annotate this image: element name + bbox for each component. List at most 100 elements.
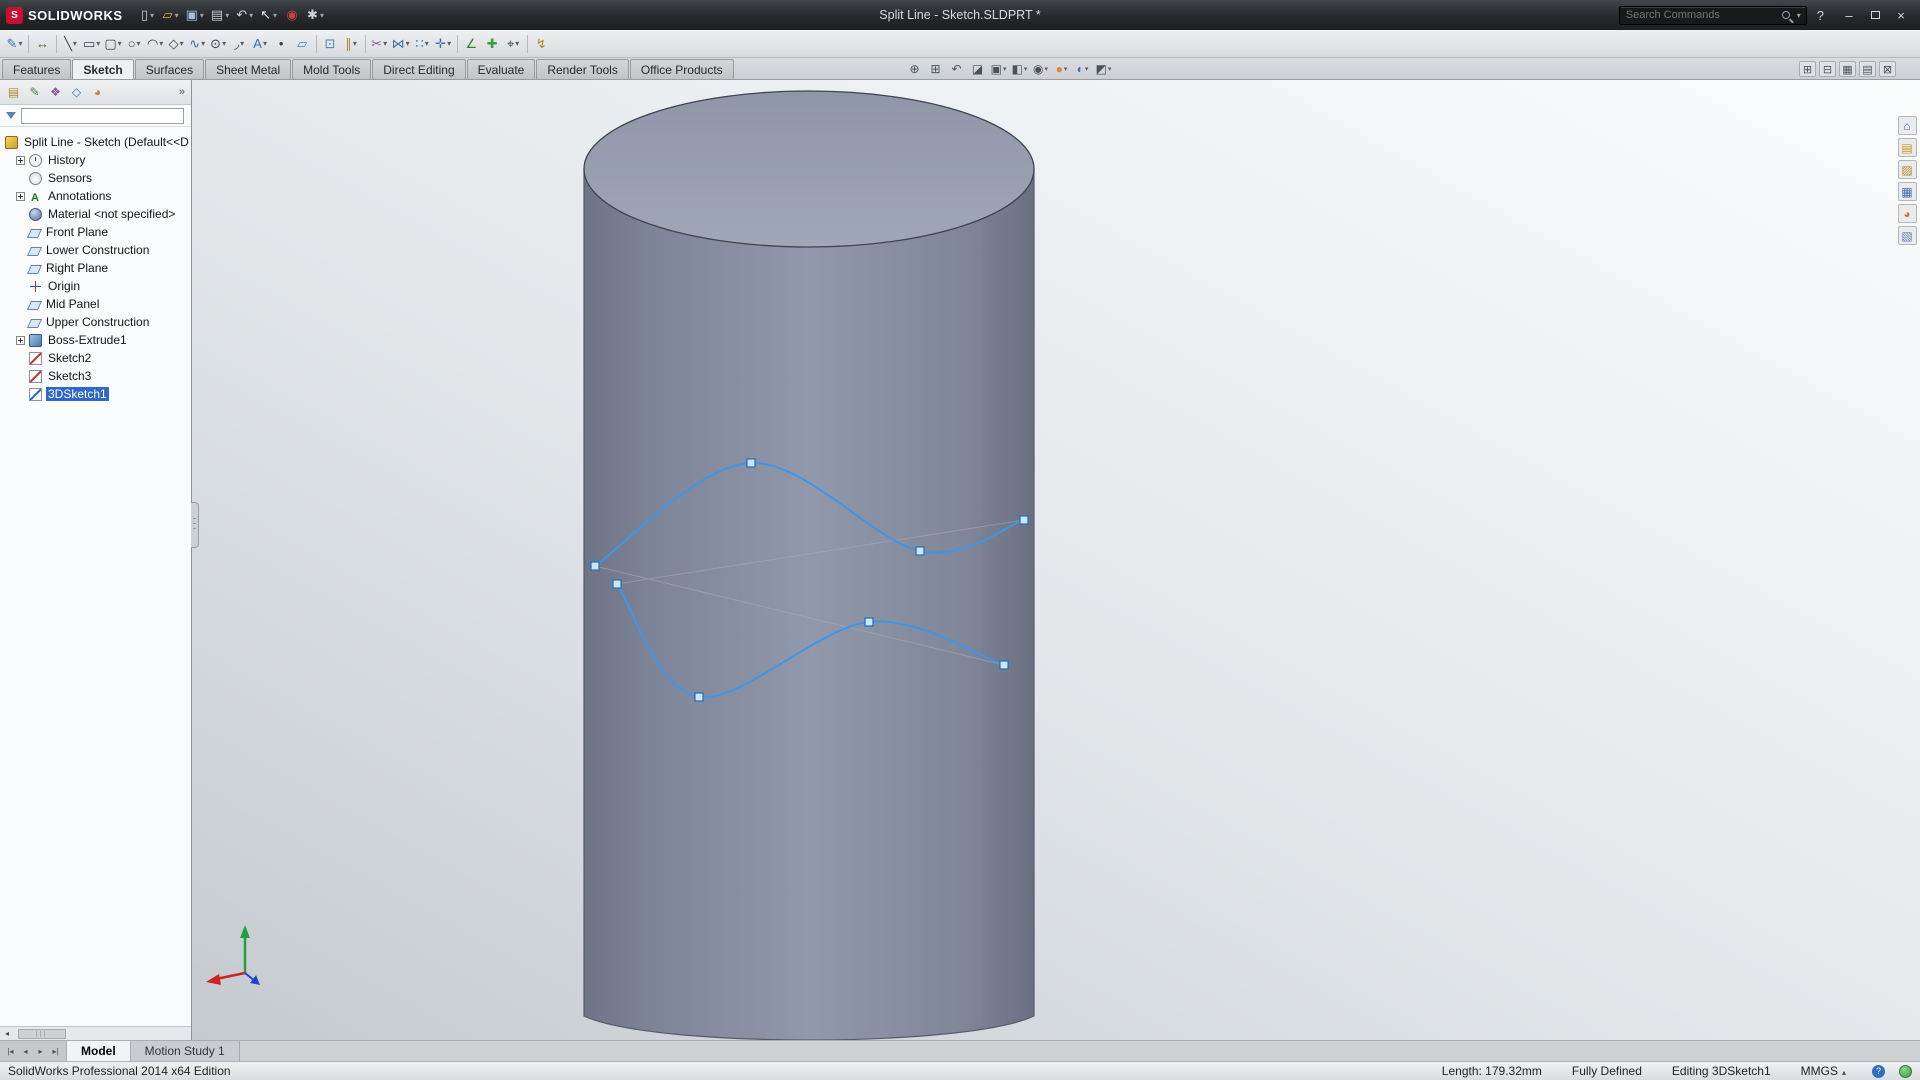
tab-nav-icon[interactable]: ▸| xyxy=(49,1047,62,1056)
scroll-left-icon[interactable]: ◂ xyxy=(0,1029,14,1038)
circle-icon[interactable]: ○ xyxy=(124,33,145,55)
split-pane-icon[interactable]: ⊞ xyxy=(1799,61,1816,77)
tree-item-3dsketch1[interactable]: 3DSketch1 xyxy=(0,385,191,403)
edit-appearance-icon[interactable]: ● xyxy=(1052,60,1071,78)
spline-control-point[interactable] xyxy=(865,618,873,626)
tree-item-sensors[interactable]: Sensors xyxy=(0,169,191,187)
open-folder-icon[interactable]: ▱ xyxy=(160,5,182,25)
hide-show-items-icon[interactable]: ◉ xyxy=(1031,60,1050,78)
save-icon[interactable]: ▣ xyxy=(183,5,207,25)
previous-view-icon[interactable]: ↶ xyxy=(947,60,966,78)
spline-control-point[interactable] xyxy=(1000,661,1008,669)
tab-office-products[interactable]: Office Products xyxy=(630,59,734,79)
search-commands-box[interactable]: ▾ xyxy=(1619,6,1807,25)
status-help-icon[interactable]: ? xyxy=(1872,1065,1885,1078)
close-button[interactable]: × xyxy=(1888,6,1914,25)
tree-item-origin[interactable]: Origin xyxy=(0,277,191,295)
spline-control-point[interactable] xyxy=(695,693,703,701)
view-orientation-icon[interactable]: ▣ xyxy=(989,60,1008,78)
smart-dimension-icon[interactable]: ↔ xyxy=(32,33,53,55)
tree-item-upper-construction[interactable]: Upper Construction xyxy=(0,313,191,331)
tab-features[interactable]: Features xyxy=(2,59,71,79)
appearances-icon[interactable]: ◕ xyxy=(1898,204,1917,223)
plane-icon[interactable]: ▱ xyxy=(292,33,313,55)
cylinder-body[interactable] xyxy=(584,169,1034,1040)
select-icon[interactable]: ↖ xyxy=(257,5,280,25)
tab-sheet-metal[interactable]: Sheet Metal xyxy=(205,59,291,79)
search-icon[interactable] xyxy=(1782,11,1790,19)
tab-surfaces[interactable]: Surfaces xyxy=(135,59,204,79)
sketch-icon[interactable]: ✎ xyxy=(4,33,25,55)
ellipse-icon[interactable]: ⊙ xyxy=(208,33,229,55)
spline-control-point[interactable] xyxy=(613,580,621,588)
panel-horizontal-scrollbar[interactable]: ◂ xyxy=(0,1026,191,1040)
tree-item-mid-panel[interactable]: Mid Panel xyxy=(0,295,191,313)
tab-direct-editing[interactable]: Direct Editing xyxy=(372,59,465,79)
quick-snaps-icon[interactable]: ⌖ xyxy=(503,33,524,55)
new-document-icon[interactable]: ▯ xyxy=(137,5,159,25)
custom-properties-icon[interactable]: ▧ xyxy=(1898,226,1917,245)
zoom-area-icon[interactable]: ⊞ xyxy=(926,60,945,78)
configurationmanager-icon[interactable]: ❖ xyxy=(45,83,66,101)
expand-toggle-icon[interactable] xyxy=(16,192,25,201)
tree-item-sketch2[interactable]: Sketch2 xyxy=(0,349,191,367)
maximize-button[interactable] xyxy=(1862,6,1888,25)
tree-item-annotations[interactable]: Annotations xyxy=(0,187,191,205)
tree-item-lower-construction[interactable]: Lower Construction xyxy=(0,241,191,259)
spline-control-point[interactable] xyxy=(916,547,924,555)
two-pane-icon[interactable]: ⊟ xyxy=(1819,61,1836,77)
tree-item-material-not-specified[interactable]: Material <not specified> xyxy=(0,205,191,223)
mirror-entities-icon[interactable]: ⋈ xyxy=(390,33,412,55)
offset-entities-icon[interactable]: ∥ xyxy=(341,33,362,55)
spline-control-point[interactable] xyxy=(591,562,599,570)
help-button[interactable]: ? xyxy=(1817,8,1824,23)
search-caret-icon[interactable]: ▾ xyxy=(1797,11,1801,20)
fm-overflow-chevron[interactable]: » xyxy=(179,86,188,98)
model-canvas[interactable] xyxy=(192,80,1920,1040)
repair-sketch-icon[interactable]: ✚ xyxy=(482,33,503,55)
rapid-sketch-icon[interactable]: ↯ xyxy=(531,33,552,55)
doc-tab-motion-study-1[interactable]: Motion Study 1 xyxy=(131,1041,240,1061)
tree-item-right-plane[interactable]: Right Plane xyxy=(0,259,191,277)
rectangle-icon[interactable]: ▭ xyxy=(81,33,102,55)
slot-icon[interactable]: ▢ xyxy=(102,33,123,55)
tree-filter-input[interactable] xyxy=(21,108,184,124)
rebuild-icon[interactable]: ◉ xyxy=(281,5,303,25)
fillet-icon[interactable]: ◞ xyxy=(229,33,250,55)
tab-evaluate[interactable]: Evaluate xyxy=(467,59,536,79)
tree-item-root[interactable]: Split Line - Sketch (Default<<D xyxy=(0,133,191,151)
file-explorer-icon[interactable]: ▨ xyxy=(1898,160,1917,179)
section-view-icon[interactable]: ◪ xyxy=(968,60,987,78)
spline-icon[interactable]: ∿ xyxy=(187,33,208,55)
displaymanager-icon[interactable]: ◕ xyxy=(87,83,108,101)
graphics-viewport[interactable]: ⌂ ▤ ▨ ▦ ◕ ▧ xyxy=(192,80,1920,1040)
search-input[interactable] xyxy=(1620,9,1782,21)
propertymanager-icon[interactable]: ✎ xyxy=(24,83,45,101)
zoom-fit-icon[interactable]: ⊕ xyxy=(905,60,924,78)
trim-entities-icon[interactable]: ✂ xyxy=(369,33,390,55)
expand-toggle-icon[interactable] xyxy=(16,156,25,165)
arc-icon[interactable]: ◠ xyxy=(145,33,166,55)
units-selector[interactable]: MMGS xyxy=(1801,1064,1846,1078)
move-entities-icon[interactable]: ✛ xyxy=(433,33,454,55)
tree-item-sketch3[interactable]: Sketch3 xyxy=(0,367,191,385)
tree-item-front-plane[interactable]: Front Plane xyxy=(0,223,191,241)
polygon-icon[interactable]: ◇ xyxy=(166,33,187,55)
convert-entities-icon[interactable]: ⊡ xyxy=(320,33,341,55)
single-pane-icon[interactable]: ▤ xyxy=(1859,61,1876,77)
linear-pattern-icon[interactable]: ∷ xyxy=(412,33,433,55)
options-icon[interactable]: ✱ xyxy=(304,5,327,25)
four-pane-icon[interactable]: ▦ xyxy=(1839,61,1856,77)
scrollbar-thumb[interactable] xyxy=(18,1029,66,1039)
minimize-button[interactable]: – xyxy=(1836,6,1862,25)
design-library-icon[interactable]: ▤ xyxy=(1898,138,1917,157)
line-icon[interactable]: ╲ xyxy=(60,33,81,55)
print-icon[interactable]: ▤ xyxy=(208,5,232,25)
expand-toggle-icon[interactable] xyxy=(16,336,25,345)
tab-mold-tools[interactable]: Mold Tools xyxy=(292,59,371,79)
resources-icon[interactable]: ⌂ xyxy=(1898,116,1917,135)
spline-control-point[interactable] xyxy=(1020,516,1028,524)
tab-nav-icon[interactable]: |◂ xyxy=(4,1047,17,1056)
view-palette-icon[interactable]: ▦ xyxy=(1898,182,1917,201)
dimxpertmanager-icon[interactable]: ◇ xyxy=(66,83,87,101)
